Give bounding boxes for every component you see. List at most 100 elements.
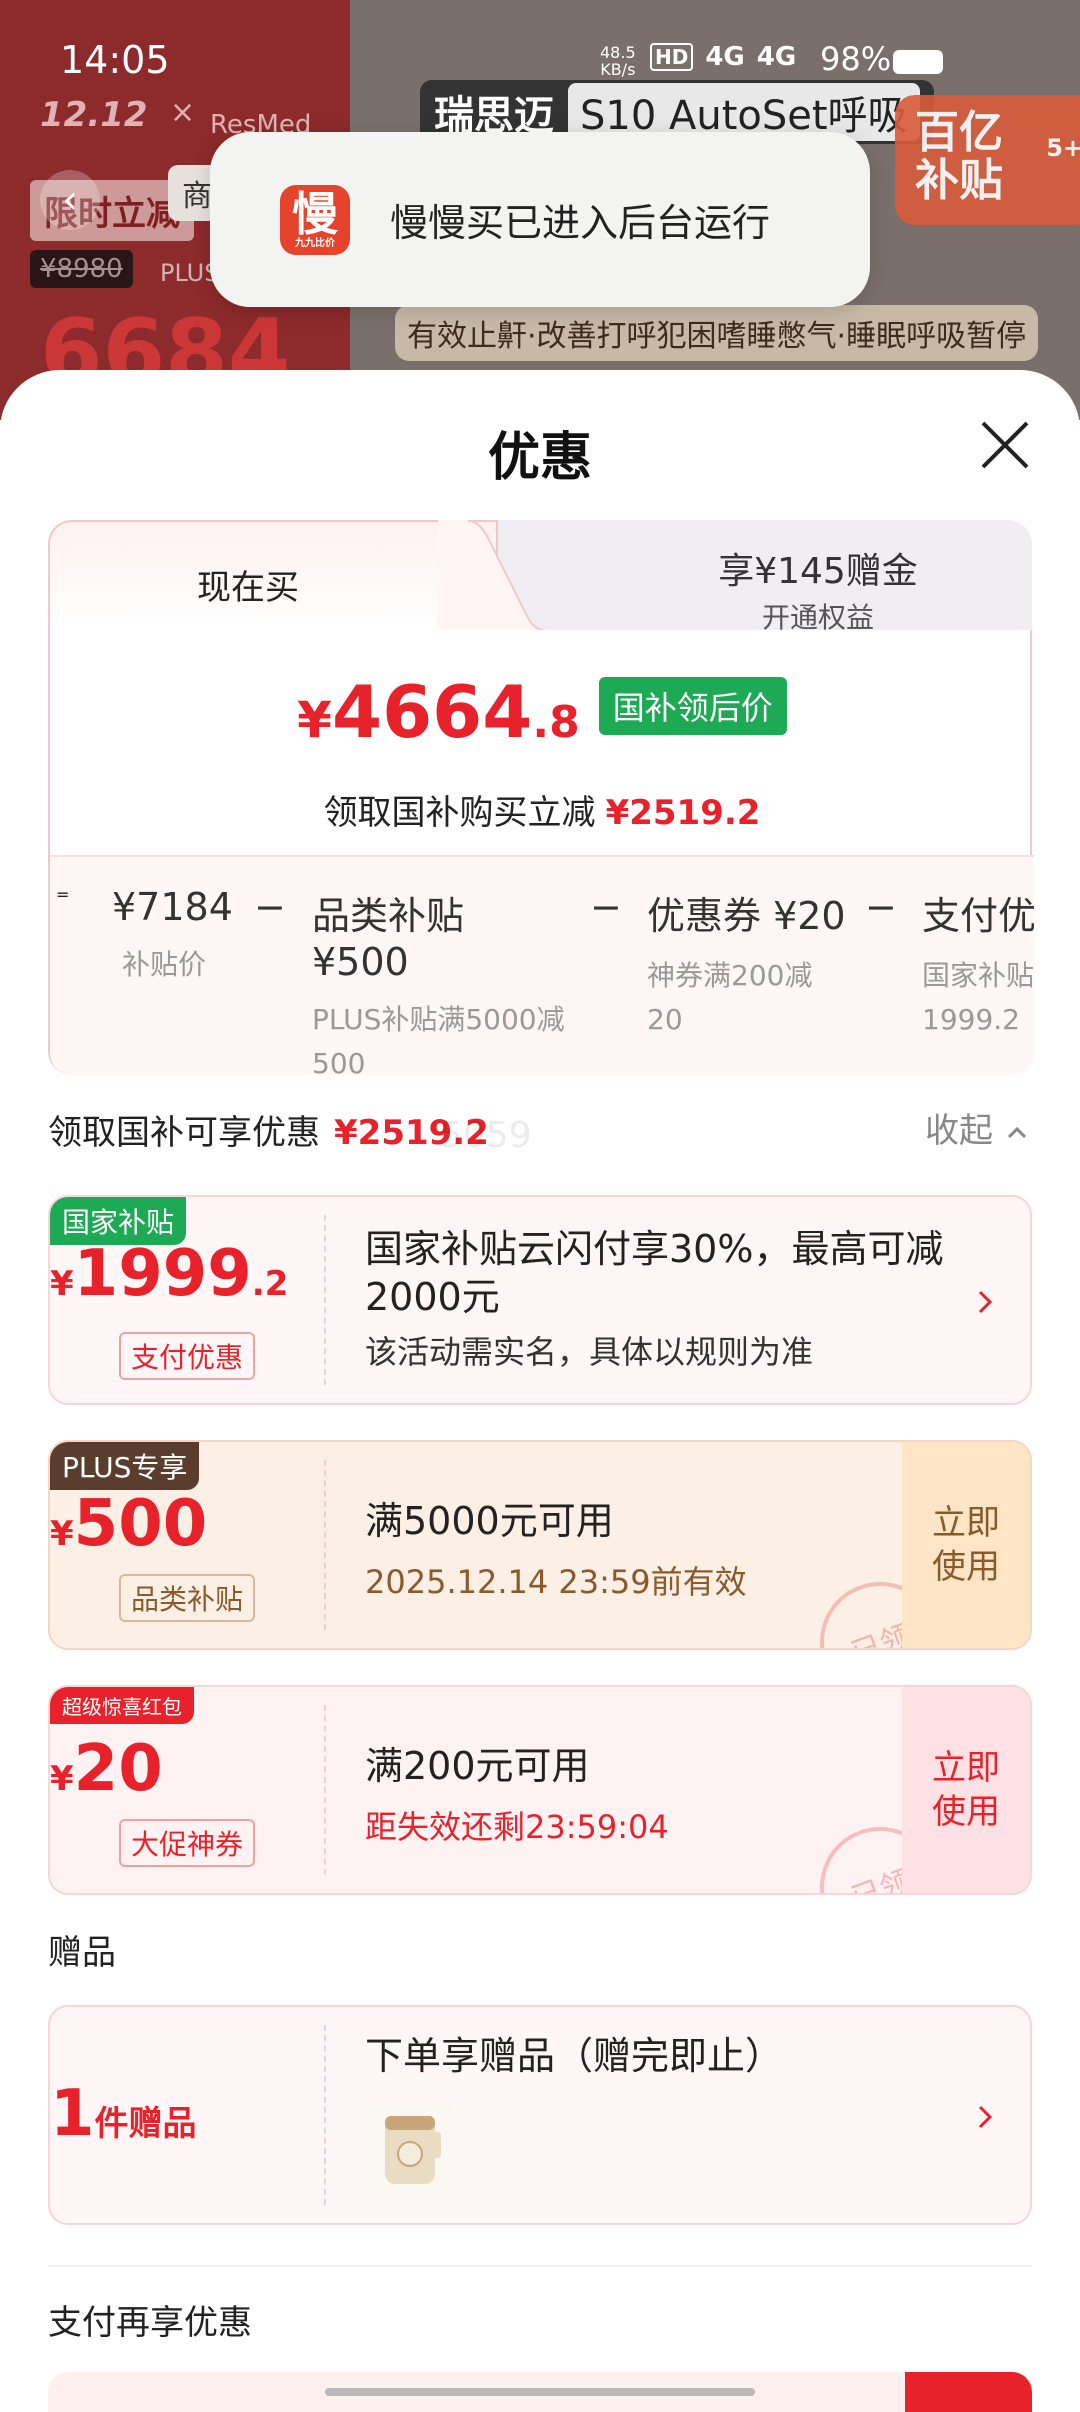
status-bar: 14:05 48.5 KB/s HD 4G 4G 98% (0, 0, 1080, 120)
signal-4g-icon: 4G (705, 42, 745, 72)
coupon-yen: ¥ (50, 1514, 74, 1554)
breakdown-value: 品类补贴 ¥500 (312, 894, 465, 984)
back-icon[interactable]: ‹ (40, 170, 100, 230)
discount-section-header: 领取国补可享优惠 ¥2519.2 (48, 1105, 489, 1154)
close-icon[interactable] (975, 415, 1035, 475)
app-icon-sub: 九九比价 (295, 237, 335, 249)
coupon-yen: ¥ (50, 1264, 74, 1304)
saving-amount: ¥2519.2 (605, 793, 761, 833)
toast-message: 慢慢买已进入后台运行 (390, 201, 771, 245)
section-divider (48, 2265, 1032, 2267)
breakdown-op: = (56, 885, 70, 904)
speed-value: 48.5 (600, 43, 636, 62)
coupon-label: 品类补贴 (118, 1574, 256, 1622)
coupon-label: 支付优惠 (118, 1332, 256, 1380)
coupon-amount: ¥500 (50, 1487, 324, 1561)
saving-line: 领取国补购买立减 ¥2519.2 (50, 785, 1034, 834)
chevron-right-icon (978, 2105, 993, 2129)
pay-section-title: 支付再享优惠 (48, 2303, 252, 2343)
coupon-amount-value: 20 (73, 1732, 163, 1806)
gift-product-image[interactable] (365, 2102, 455, 2192)
price-body: ¥4664.8 国补领后价 领取国补购买立减 ¥2519.2 = ¥7184 补贴… (48, 630, 1034, 1075)
price-breakdown: = ¥7184 补贴价 − 品类补贴 ¥500 PLUS补贴满5000减500 … (50, 855, 1034, 1075)
coupon-national-subsidy[interactable]: 国家补贴 ¥1999.2 支付优惠 国家补贴云闪付享30%，最高可减2000元 … (48, 1195, 1032, 1405)
tab-gift-coins[interactable]: 享¥145赠金 开通权益 (608, 542, 1028, 636)
discount-section-title: 领取国补可享优惠 (48, 1113, 320, 1153)
gift-divider (324, 2025, 326, 2205)
price-decimal: .8 (532, 697, 580, 748)
collapse-label: 收起 (925, 1111, 993, 1151)
discount-sheet: 优惠 现在买 享¥145赠金 开通权益 ¥4664.8 国补领后价 领取国补购买… (0, 370, 1080, 2400)
coupon-title: 国家补贴云闪付享30%，最高可减2000元 (365, 1227, 944, 1319)
sheet-title: 优惠 (487, 428, 592, 488)
battery-icon (893, 50, 943, 74)
breakdown-value: ¥7184 (112, 885, 233, 929)
hd-icon: HD (650, 43, 694, 71)
breakdown-note: PLUS补贴满5000减500 (312, 1003, 565, 1075)
app-icon: 慢 九九比价 (280, 184, 350, 255)
corner-line2: 补贴 (915, 155, 1003, 207)
coupon-title: 满5000元可用 (365, 1499, 614, 1543)
network-speed: 48.5 KB/s (600, 44, 636, 78)
coupon-surprise-redpack[interactable]: 超级惊喜红包 ¥20 大促神券 满200元可用 距失效还剩23:59:04 已领… (48, 1685, 1032, 1895)
tab-slant (438, 520, 548, 632)
coupon-sub: 该活动需实名，具体以规则为准 (365, 1333, 814, 1371)
gift-thumbnail (365, 2102, 455, 2192)
coupon-divider (324, 1215, 326, 1385)
price-card: 现在买 享¥145赠金 开通权益 ¥4664.8 国补领后价 领取国补购买立减 ¥… (48, 520, 1034, 1075)
gift-count: 1件赠品 (50, 2077, 324, 2151)
coupon-amount: ¥20 (50, 1732, 324, 1806)
coupon-amount-value: 500 (73, 1487, 208, 1561)
tab-buy-now-label[interactable]: 现在买 (48, 560, 448, 609)
breakdown-item: 品类补贴 ¥500 PLUS补贴满5000减500 (312, 885, 572, 1075)
breakdown-item: 优惠券 ¥20 神券满200减20 (647, 885, 847, 1042)
final-price: ¥4664.8 国补领后价 (50, 670, 1034, 754)
gift-section-title: 赠品 (48, 1933, 116, 1973)
coupon-plus[interactable]: PLUS专享 ¥500 品类补贴 满5000元可用 2025.12.14 23:… (48, 1440, 1032, 1650)
collapse-button[interactable]: 收起 (925, 1103, 1030, 1152)
watermark: 5059 (440, 1115, 532, 1156)
product-description: 有效止鼾·改善打呼犯困嗜睡憋气·睡眠呼吸暂停 (395, 305, 1039, 361)
home-indicator[interactable] (325, 2388, 755, 2396)
app-icon-char: 慢 (292, 186, 338, 241)
use-now-button[interactable]: 立即使用 (902, 1687, 1030, 1893)
old-price: ¥8980 (30, 250, 133, 288)
price-yen: ¥ (297, 691, 332, 749)
gift-desc: 下单享赠品（赠完即止） (365, 2034, 784, 2078)
gift-count-unit: 件赠品 (94, 2104, 197, 2144)
signal-icons: HD 4G 4G (650, 42, 796, 72)
coupon-yen: ¥ (50, 1759, 74, 1799)
price-integer: 4664 (331, 670, 533, 754)
corner-count: 5+ (1046, 134, 1080, 162)
coupon-tag: 超级惊喜红包 (50, 1687, 194, 1724)
tab-gift-title: 享¥145赠金 (718, 551, 918, 592)
breakdown-op: − (865, 885, 897, 929)
breakdown-note: 神券满200减20 (647, 959, 813, 1036)
signal-4g-icon-2: 4G (756, 42, 797, 72)
coupon-amount-value: 1999 (73, 1237, 252, 1311)
chevron-right-icon (978, 1290, 993, 1314)
coupon-tag: PLUS专享 (50, 1442, 200, 1490)
breakdown-note: 国家补贴1999.2 (922, 959, 1034, 1036)
chevron-up-icon (1007, 1126, 1026, 1138)
use-now-label: 立即使用 (932, 1748, 1000, 1832)
breakdown-note: 补贴价 (122, 948, 207, 981)
coupon-divider (324, 1460, 326, 1630)
price-badge: 国补领后价 (598, 677, 787, 735)
breakdown-op: − (254, 885, 286, 929)
coupon-amount: ¥1999.2 (50, 1237, 324, 1311)
coupon-title: 满200元可用 (365, 1744, 590, 1788)
use-now-button[interactable]: 立即使用 (902, 1442, 1030, 1648)
breakdown-item: ¥7184 补贴价 (112, 885, 233, 987)
coupon-amount-decimal: .2 (251, 1264, 289, 1304)
coupon-countdown: 距失效还剩23:59:04 (365, 1808, 669, 1846)
battery-percent: 98% (820, 40, 892, 78)
gift-card[interactable]: 1件赠品 下单享赠品（赠完即止） (48, 2005, 1032, 2225)
speed-unit: KB/s (600, 60, 636, 79)
gift-count-value: 1 (50, 2077, 95, 2151)
status-time: 14:05 (60, 38, 170, 82)
coupon-sub: 2025.12.14 23:59前有效 (365, 1563, 747, 1601)
breakdown-value: 支付优惠 (922, 894, 1034, 938)
breakdown-item: 支付优惠 国家补贴1999.2 (922, 885, 1034, 1042)
saving-text: 领取国补购买立减 (323, 793, 596, 833)
